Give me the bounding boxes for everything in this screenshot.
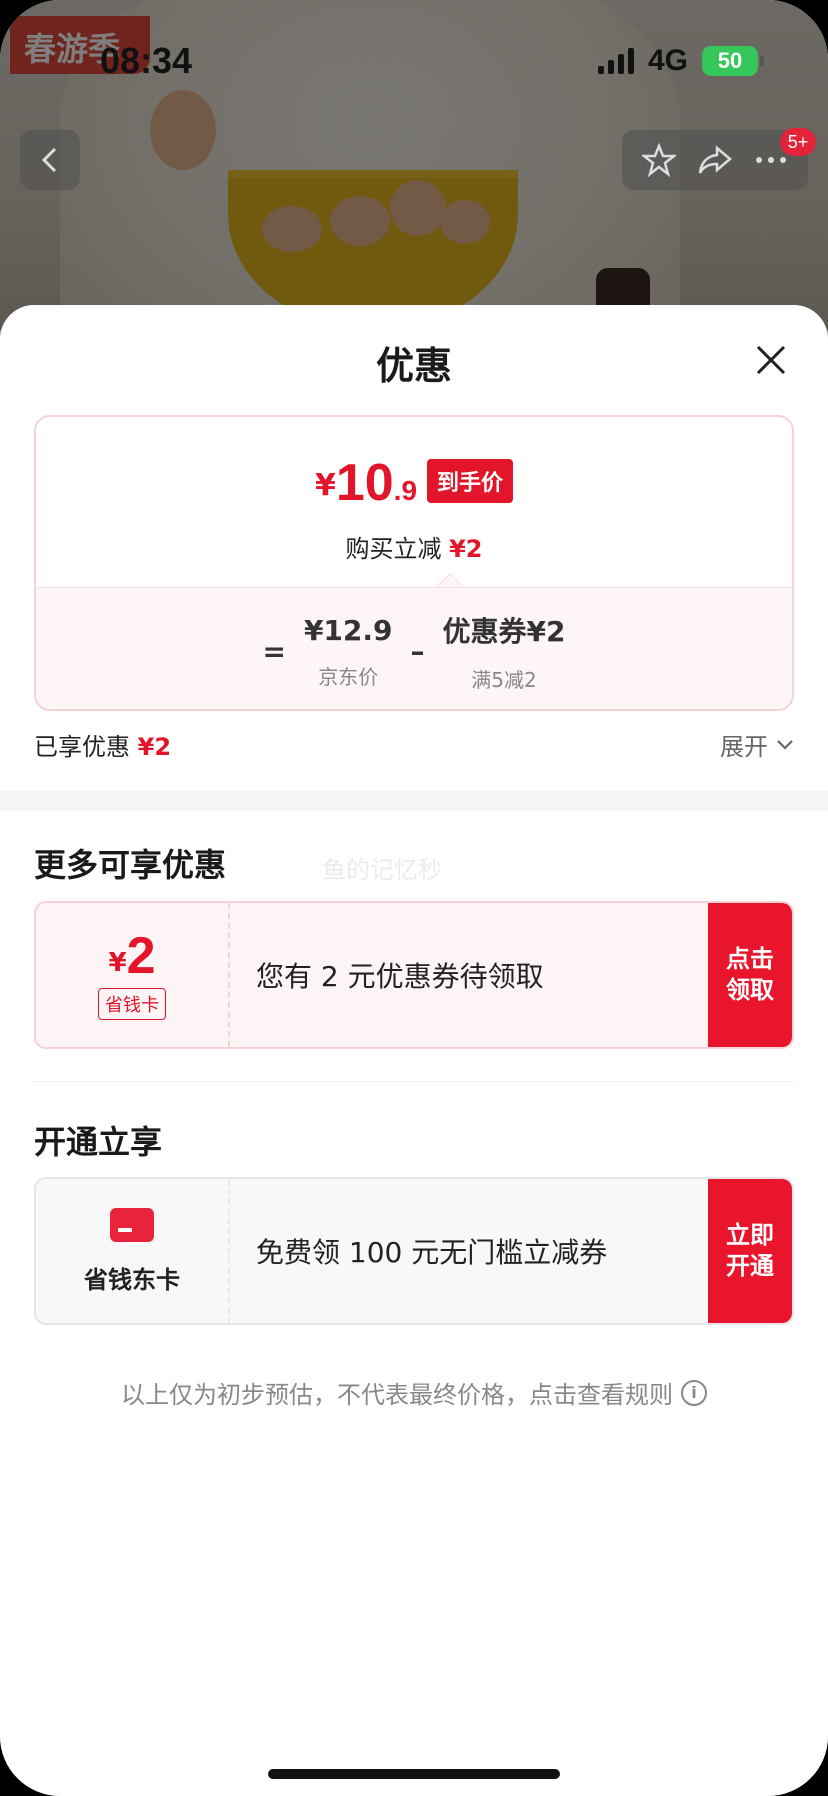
enjoyed-label: 已享优惠 [34,733,130,761]
section-divider [0,791,828,811]
expand-button[interactable]: 展开 [720,727,794,762]
final-price-tag: 到手价 [427,459,514,503]
more-discounts-title: 更多可享优惠 [34,846,227,884]
jd-price-label: 京东价 [318,664,379,689]
info-icon[interactable]: i [681,1379,707,1406]
star-icon[interactable] [642,143,677,177]
status-icons: 4G 50 [597,44,764,78]
battery-level: 50 [717,48,743,73]
coupon-card: ¥ 2 省钱卡 您有 2 元优惠券待领取 点击领取 [34,901,794,1049]
network-type: 4G [647,44,688,77]
disclaimer[interactable]: 以上仅为初步预估，不代表最终价格，点击查看规则 i [0,1375,828,1410]
home-indicator [268,1769,560,1779]
battery-icon: 50 [702,46,764,76]
membership-card-label: 省钱东卡 [84,1265,180,1294]
screen: 春游季 08:34 4G 50 5+ 优惠 [0,0,828,1796]
final-price-int: 10 [335,454,394,512]
final-price: ¥ 10 .9 到手价 [36,457,792,509]
card-icon [110,1207,154,1242]
chevron-left-icon [41,147,57,173]
watermark: 鱼的记忆秒 [322,856,442,884]
coupon-amount-value: 2 [126,927,156,985]
expand-label: 展开 [720,733,768,761]
price-summary-card: ¥ 10 .9 到手价 购买立减 ¥2 = ¥12.9 京东价 – 优惠券¥2 … [34,415,794,711]
signal-icon [597,48,634,74]
membership-description: 免费领 100 元无门槛立减券 [256,1236,608,1269]
final-price-currency: ¥ [314,468,336,503]
coupon-currency: ¥ [108,948,127,978]
activate-button[interactable]: 立即开通 [708,1179,792,1323]
disclaimer-text: 以上仅为初步预估，不代表最终价格，点击查看规则 [121,1381,673,1409]
jd-price-part: ¥12.9 京东价 [304,614,393,690]
more-icon[interactable] [754,155,788,165]
discount-sheet: 优惠 ¥ 10 .9 到手价 购买立减 ¥2 = ¥12.9 京东价 – 优惠券… [0,305,828,1796]
price-breakdown: = ¥12.9 京东价 – 优惠券¥2 满5减2 [36,587,792,709]
coupon-description: 您有 2 元优惠券待领取 [256,960,544,993]
instant-discount-label: 购买立减 [345,535,442,563]
coupon-rule: 满5减2 [471,668,537,692]
minus-sign: – [410,635,425,668]
enjoyed-discount: 已享优惠 ¥2 [34,727,171,762]
close-icon[interactable] [752,341,790,379]
status-time: 08:34 [100,40,193,81]
enjoyed-value: ¥2 [137,733,172,761]
coupon-value: 优惠券¥2 [442,615,566,648]
instant-discount-value: ¥2 [449,535,483,563]
back-button[interactable] [20,130,80,190]
price-formula: = ¥12.9 京东价 – 优惠券¥2 满5减2 [36,610,792,693]
equals-sign: = [262,635,286,668]
coupon-tag: 省钱卡 [98,988,166,1020]
membership-card: 省钱东卡 免费领 100 元无门槛立减券 立即开通 [34,1177,794,1325]
notification-badge: 5+ [780,128,816,156]
divider [34,1081,794,1082]
coupon-amount: ¥ 2 [108,930,155,982]
sheet-title: 优惠 [375,344,452,388]
open-membership-title: 开通立享 [34,1123,163,1161]
chevron-down-icon [777,739,793,750]
instant-discount: 购买立减 ¥2 [36,529,792,564]
membership-card-area: 省钱东卡 [36,1179,230,1323]
price-summary-top: ¥ 10 .9 到手价 购买立减 ¥2 [36,417,792,587]
final-price-dec: .9 [393,475,418,506]
claim-coupon-button[interactable]: 点击领取 [708,903,792,1047]
share-icon[interactable] [697,144,733,176]
coupon-part: 优惠券¥2 满5减2 [443,610,566,693]
jd-price: ¥12.9 [303,613,393,647]
coupon-amount-area: ¥ 2 省钱卡 [36,903,230,1047]
